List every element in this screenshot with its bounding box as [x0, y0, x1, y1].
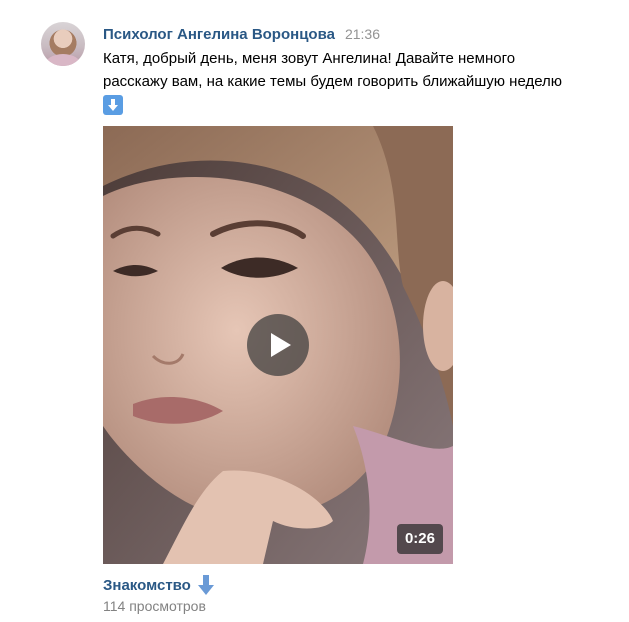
avatar[interactable]: [41, 22, 85, 66]
post-text-line: Катя, добрый день, меня зовут Ангелина! …: [103, 50, 516, 67]
video-title-text: Знакомство: [103, 576, 191, 594]
post-header: Психолог Ангелина Воронцова 21:36: [103, 26, 380, 46]
post-time[interactable]: 21:36: [345, 26, 380, 42]
video-player[interactable]: 0:26: [103, 126, 453, 564]
down-arrow-emoji-icon: [103, 95, 123, 115]
post-text: Катя, добрый день, меня зовут Ангелина! …: [103, 47, 623, 118]
author-name-link[interactable]: Психолог Ангелина Воронцова: [103, 26, 335, 43]
post-text-line: расскажу вам, на какие темы будем говори…: [103, 73, 563, 90]
video-title-link[interactable]: Знакомство: [103, 574, 215, 596]
play-button[interactable]: [247, 314, 309, 376]
down-arrow-icon: [197, 574, 215, 596]
avatar-shoulder: [45, 54, 81, 66]
video-duration-badge: 0:26: [396, 524, 443, 554]
video-views-count: 114 просмотров: [103, 598, 206, 614]
play-icon: [271, 333, 291, 357]
